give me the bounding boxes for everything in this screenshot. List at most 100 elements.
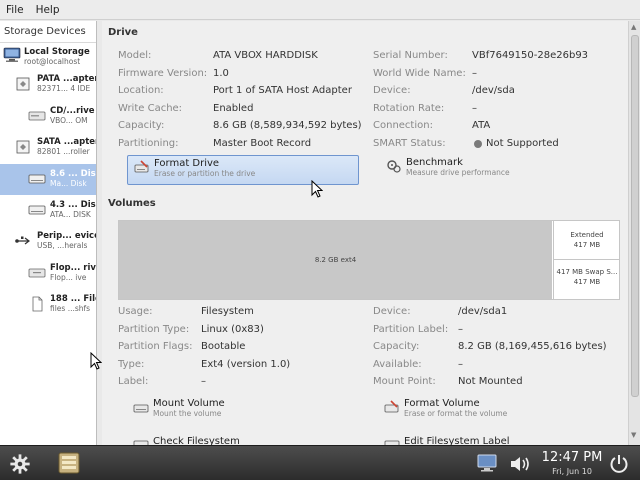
- power-icon[interactable]: [608, 453, 630, 475]
- sidebar-item-title: Perip... evices: [37, 231, 96, 241]
- sidebar-item-cd-drive[interactable]: CD/...rive VBO... OM: [0, 101, 96, 132]
- drive-serial-label: Serial Number:: [373, 50, 448, 61]
- file-icon: [32, 296, 43, 312]
- sidebar-item-title: 188 ... File: [50, 294, 96, 304]
- sidebar-item-8gb-disk[interactable]: 8.6 ... Disk Ma... Disk: [0, 164, 96, 195]
- drive-capacity-label: Capacity:: [118, 120, 165, 131]
- format-volume-icon: [384, 400, 399, 413]
- sidebar-item-peripheral-devices[interactable]: Perip... evices USB, ...herals: [0, 226, 96, 258]
- sidebar-item-subtitle: 82801 ...roller: [37, 147, 90, 156]
- mount-volume-button[interactable]: Mount Volume Mount the volume: [127, 396, 327, 426]
- network-monitor-icon[interactable]: [476, 453, 498, 473]
- sidebar-item-pata-adapter[interactable]: PATA ...apter 82371... 4 IDE: [0, 69, 96, 101]
- volume-capacity-label: Capacity:: [373, 341, 420, 352]
- benchmark-icon: [387, 160, 401, 173]
- check-filesystem-button[interactable]: Check Filesystem: [127, 434, 327, 445]
- hard-disk-icon: [28, 174, 46, 184]
- taskbar: 12:47 PM Fri, Jun 10: [0, 445, 640, 480]
- benchmark-desc: Measure drive performance: [406, 168, 510, 177]
- volume-partition-type-label: Partition Type:: [118, 324, 190, 335]
- volume-label-value: –: [201, 376, 206, 387]
- clock-time[interactable]: 12:47 PM: [540, 450, 604, 465]
- menu-file[interactable]: File: [0, 4, 30, 16]
- hard-disk-icon: [28, 205, 46, 215]
- sidebar-item-local-storage[interactable]: Local Storage root@localhost: [0, 43, 96, 69]
- volume-available-value: –: [458, 359, 463, 370]
- usb-icon: [15, 236, 30, 245]
- extended-label: Extended 417 MB: [554, 230, 620, 250]
- volume-mount-point-value: Not Mounted: [458, 376, 523, 387]
- drive-rotation-value: –: [472, 103, 477, 114]
- drive-firmware-value: 1.0: [213, 68, 229, 79]
- mount-volume-title: Mount Volume: [153, 398, 225, 409]
- volume-speaker-icon[interactable]: [508, 454, 532, 474]
- sidebar-item-floppy-drive[interactable]: Flop... rive Flop... ive: [0, 258, 96, 289]
- swap-name: 417 MB Swap S...: [556, 268, 618, 276]
- drive-device-value: /dev/sda: [472, 85, 515, 96]
- edit-filesystem-label-button[interactable]: Edit Filesystem Label: [378, 434, 598, 445]
- chip-icon: [16, 77, 30, 91]
- clock-date: Fri, Jun 10: [552, 467, 592, 476]
- scroll-up-icon[interactable]: ▲: [631, 23, 636, 31]
- benchmark-title: Benchmark: [406, 157, 463, 168]
- sidebar-item-4gb-disk[interactable]: 4.3 ... Disk ATA... DISK: [0, 195, 96, 226]
- edit-filesystem-label-title: Edit Filesystem Label: [404, 436, 510, 445]
- sidebar-item-subtitle: 82371... 4 IDE: [37, 84, 91, 93]
- scroll-down-icon[interactable]: ▼: [631, 431, 636, 439]
- drive-serial-value: VBf7649150-28e26b93: [472, 50, 589, 61]
- drive-wwn-label: World Wide Name:: [373, 68, 466, 79]
- extended-name: Extended: [570, 231, 604, 239]
- drive-connection-value: ATA: [472, 120, 491, 131]
- storage-devices-sidebar: Storage Devices Local Storage root@local…: [0, 21, 97, 445]
- drive-rotation-label: Rotation Rate:: [373, 103, 445, 114]
- volume-usage-value: Filesystem: [201, 306, 254, 317]
- settings-gear-icon[interactable]: [8, 453, 32, 475]
- drive-device-label: Device:: [373, 85, 411, 96]
- drive-model-label: Model:: [118, 50, 152, 61]
- volume-usage-label: Usage:: [118, 306, 153, 317]
- volumes-section-title: Volumes: [108, 198, 156, 209]
- optical-drive-icon: [28, 111, 46, 121]
- volume-type-label: Type:: [118, 359, 145, 370]
- mouse-pointer-icon: [90, 352, 102, 370]
- volume-ext4[interactable]: 8.2 GB ext4: [119, 221, 552, 299]
- drive-partitioning-value: Master Boot Record: [213, 138, 312, 149]
- volume-map: 8.2 GB ext4 Extended 417 MB 417 MB Swap …: [118, 220, 620, 300]
- volume-swap[interactable]: 417 MB Swap S... 417 MB: [554, 259, 620, 299]
- computer-icon: [3, 47, 21, 62]
- volume-mount-point-label: Mount Point:: [373, 376, 436, 387]
- benchmark-button[interactable]: Benchmark Measure drive performance: [380, 155, 580, 185]
- chip-icon: [16, 140, 30, 154]
- drive-write-cache-label: Write Cache:: [118, 103, 183, 114]
- menu-help[interactable]: Help: [30, 4, 66, 16]
- format-drive-title: Format Drive: [154, 158, 220, 169]
- format-volume-button[interactable]: Format Volume Erase or format the volume: [378, 396, 578, 426]
- drive-write-cache-value: Enabled: [213, 103, 254, 114]
- edit-label-icon: [384, 440, 400, 445]
- sidebar-item-shared-files[interactable]: 188 ... File files ...shfs: [0, 289, 96, 320]
- volume-flags-label: Partition Flags:: [118, 341, 193, 352]
- check-filesystem-icon: [133, 440, 149, 445]
- swap-size: 417 MB: [573, 278, 601, 286]
- drive-location-value: Port 1 of SATA Host Adapter: [213, 85, 352, 96]
- sidebar-item-subtitle: USB, ...herals: [37, 241, 88, 250]
- format-drive-button[interactable]: Format Drive Erase or partition the driv…: [127, 155, 359, 185]
- content-scrollbar[interactable]: ▲ ▼: [628, 21, 640, 445]
- drive-smart-value: Not Supported: [486, 138, 559, 149]
- format-volume-desc: Erase or format the volume: [404, 409, 508, 418]
- sidebar-item-subtitle: VBO... OM: [50, 116, 88, 125]
- extended-size: 417 MB: [573, 241, 601, 249]
- menu-bar: File Help: [0, 0, 640, 20]
- volume-available-label: Available:: [373, 359, 422, 370]
- drive-wwn-value: –: [472, 68, 477, 79]
- disk-utility-app-icon[interactable]: [55, 450, 83, 476]
- drive-partitioning-label: Partitioning:: [118, 138, 179, 149]
- drive-connection-label: Connection:: [373, 120, 433, 131]
- sidebar-item-title: SATA ...apter: [37, 137, 96, 147]
- sidebar-item-subtitle: Flop... ive: [50, 273, 87, 282]
- scroll-thumb[interactable]: [631, 35, 639, 397]
- format-volume-title: Format Volume: [404, 398, 480, 409]
- volume-extended[interactable]: Extended 417 MB 417 MB Swap S... 417 MB: [553, 221, 620, 299]
- sidebar-item-sata-adapter[interactable]: SATA ...apter 82801 ...roller: [0, 132, 96, 164]
- volume-flags-value: Bootable: [201, 341, 246, 352]
